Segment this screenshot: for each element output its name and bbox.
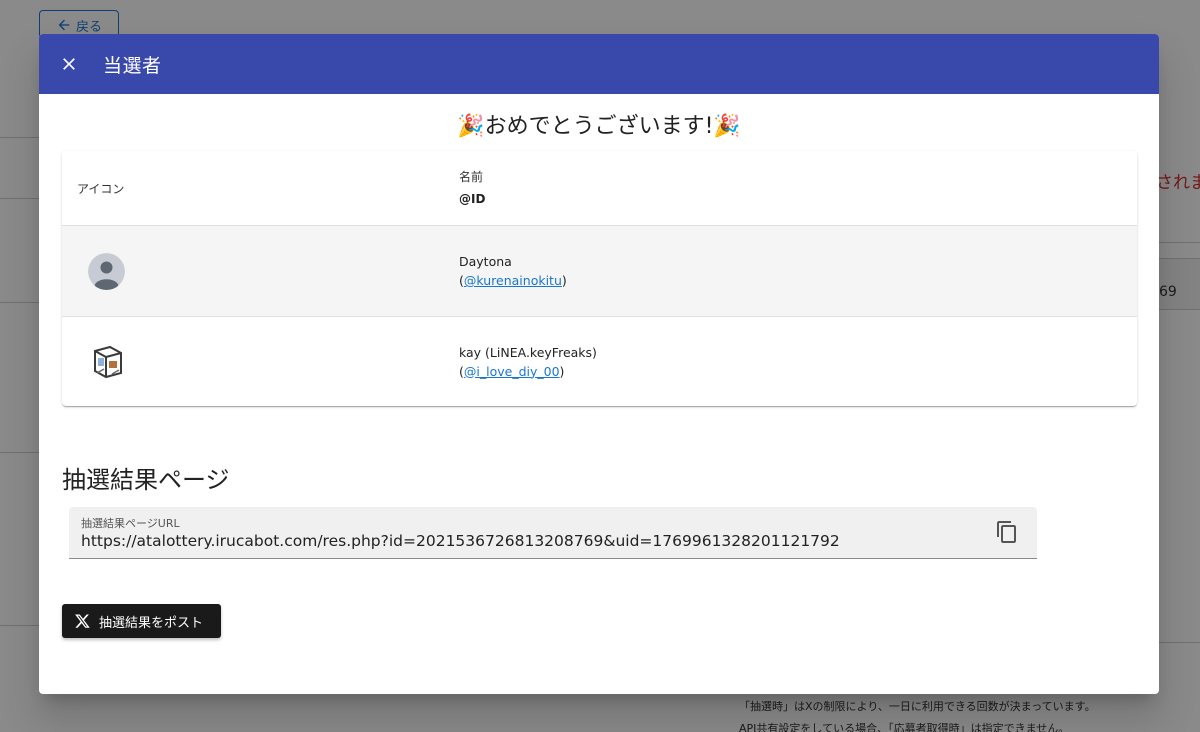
winners-dialog: 当選者 🎉おめでとうございます!🎉 アイコン 名前 @ID Daytona (@… — [39, 34, 1159, 694]
post-button-label: 抽選結果をポスト — [99, 615, 204, 631]
table-header: アイコン 名前 @ID — [62, 151, 1137, 226]
copy-button[interactable] — [995, 520, 1019, 544]
table-row: Daytona (@kurenainokitu) — [62, 226, 1137, 317]
result-url-value[interactable]: https://atalottery.irucabot.com/res.php?… — [81, 532, 840, 550]
close-button[interactable] — [39, 34, 99, 94]
header-icon: アイコン — [77, 181, 125, 196]
avatar-cell — [62, 252, 459, 290]
congrats-message: 🎉おめでとうございます!🎉 — [457, 114, 741, 139]
name-cell: kay (LiNEA.keyFreaks) (@i_love_diy_00) — [459, 343, 1137, 381]
close-icon — [63, 58, 75, 70]
winner-handle-link[interactable]: @kurenainokitu — [464, 273, 562, 288]
winner-handle-line: (@kurenainokitu) — [459, 271, 1137, 290]
paren-close: ) — [561, 273, 567, 288]
post-result-button[interactable]: 抽選結果をポスト — [62, 604, 221, 638]
winner-name: Daytona — [459, 254, 512, 269]
dialog-title: 当選者 — [103, 54, 162, 77]
winner-handle-line: (@i_love_diy_00) — [459, 362, 1137, 381]
copy-icon — [997, 521, 1016, 543]
result-url-field[interactable]: 抽選結果ページURL https://atalottery.irucabot.c… — [69, 507, 1037, 559]
winner-handle-link[interactable]: @i_love_diy_00 — [464, 364, 560, 379]
avatar — [88, 343, 125, 380]
header-name-column: 名前 @ID — [459, 166, 1137, 210]
default-avatar-icon — [88, 252, 125, 290]
winners-table: アイコン 名前 @ID Daytona (@kurenainokitu) kay… — [62, 151, 1137, 406]
result-url-label: 抽選結果ページURL — [81, 517, 180, 530]
paren-close: ) — [559, 363, 565, 379]
avatar — [88, 252, 125, 290]
x-logo-icon — [75, 614, 90, 628]
header-name: 名前 — [459, 170, 484, 184]
dialog-toolbar: 当選者 — [39, 34, 1159, 94]
table-row: kay (LiNEA.keyFreaks) (@i_love_diy_00) — [62, 317, 1137, 406]
avatar-cell — [62, 343, 459, 380]
name-cell: Daytona (@kurenainokitu) — [459, 252, 1137, 290]
winner-name: kay (LiNEA.keyFreaks) — [459, 344, 597, 360]
header-id: @ID — [459, 192, 486, 206]
result-section-title: 抽選結果ページ — [62, 466, 230, 494]
workbench-avatar-icon — [88, 343, 125, 380]
